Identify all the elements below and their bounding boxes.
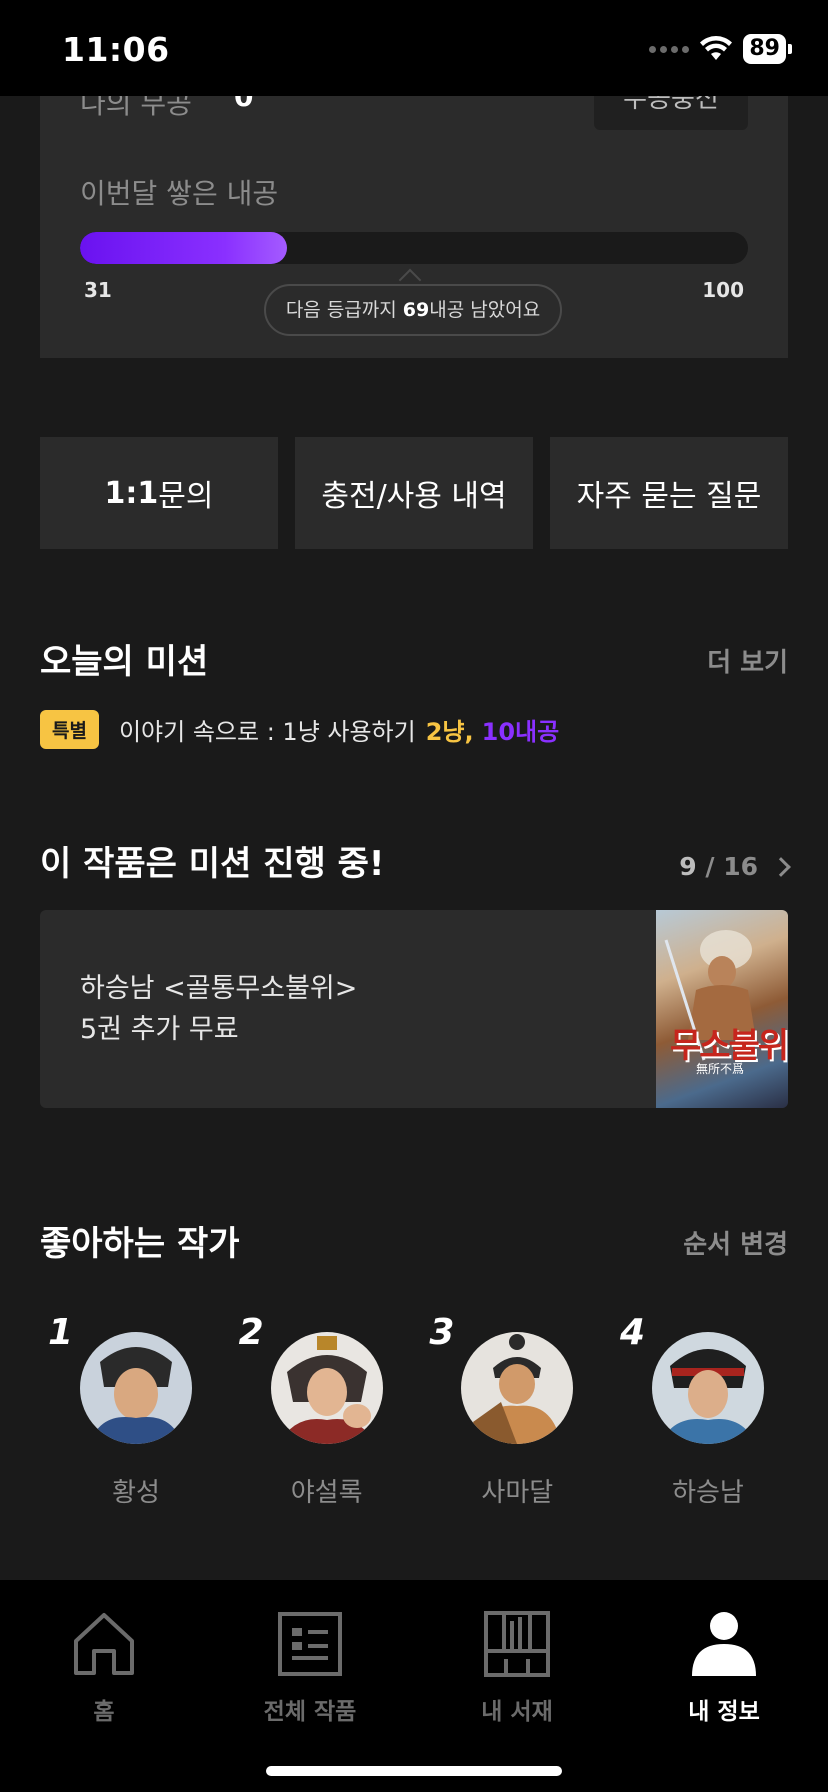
quick-actions: 1:1 문의 충전/사용 내역 자주 묻는 질문 xyxy=(40,437,788,549)
author-rank: 1 xyxy=(48,1312,74,1353)
nav-all-works[interactable]: 전체 작품 xyxy=(220,1608,400,1726)
nav-library-label: 내 서재 xyxy=(481,1699,553,1725)
mission-in-progress-title: 이 작품은 미션 진행 중! xyxy=(40,844,385,884)
home-icon xyxy=(14,1608,194,1680)
monthly-points-label: 이번달 쌓은 내공 xyxy=(80,177,279,210)
work-benefit: 5권 추가 무료 xyxy=(80,1014,239,1045)
inquiry-button[interactable]: 1:1 문의 xyxy=(40,437,278,549)
nav-my-info[interactable]: 내 정보 xyxy=(634,1608,814,1726)
points-progress-bar xyxy=(80,232,748,264)
home-indicator xyxy=(266,1766,562,1776)
change-order-link[interactable]: 순서 변경 xyxy=(683,1224,788,1261)
nav-all-works-label: 전체 작품 xyxy=(263,1699,357,1725)
bottom-navigation: 홈 전체 작품 내 서재 내 정보 xyxy=(0,1580,828,1792)
work-title: 하승남 <골통무소불위> xyxy=(80,973,358,1004)
author-name: 사마달 xyxy=(481,1478,554,1508)
nav-my-info-label: 내 정보 xyxy=(688,1699,760,1725)
nav-home-label: 홈 xyxy=(93,1699,115,1725)
author-rank: 2 xyxy=(238,1312,264,1353)
author-name: 야설록 xyxy=(290,1478,363,1508)
special-badge: 특별 xyxy=(40,710,99,749)
reward-coins: 2냥, xyxy=(425,718,474,746)
progress-min-label: 31 xyxy=(84,278,112,302)
wifi-icon xyxy=(700,36,733,60)
charge-history-button[interactable]: 충전/사용 내역 xyxy=(295,437,533,549)
signal-icon xyxy=(649,45,690,53)
mission-work-card[interactable]: 하승남 <골통무소불위> 5권 추가 무료 무소불위 無所不爲 xyxy=(40,910,788,1108)
book-cover-image: 무소불위 無所不爲 xyxy=(656,910,788,1108)
battery-indicator: 89 xyxy=(743,34,786,64)
author-item[interactable]: 1 황성 xyxy=(40,1312,216,1508)
next-grade-tooltip: 다음 등급까지 69내공 남았어요 xyxy=(264,284,562,336)
author-rank: 3 xyxy=(429,1312,455,1353)
more-missions-link[interactable]: 더 보기 xyxy=(707,642,788,679)
faq-button[interactable]: 자주 묻는 질문 xyxy=(550,437,788,549)
author-name: 하승남 xyxy=(672,1478,744,1508)
status-time: 11:06 xyxy=(62,30,170,69)
chevron-right-icon[interactable] xyxy=(771,856,791,877)
nav-library[interactable]: 내 서재 xyxy=(427,1608,607,1726)
favorite-authors-title: 좋아하는 작가 xyxy=(40,1224,240,1264)
pager-current: 9 xyxy=(679,852,697,881)
mission-item[interactable]: 특별 이야기 속으로 : 1냥 사용하기 2냥, 10내공 xyxy=(40,710,559,749)
nav-home[interactable]: 홈 xyxy=(14,1608,194,1726)
pager-total: 16 xyxy=(723,852,758,881)
author-avatar xyxy=(461,1332,574,1444)
author-item[interactable]: 3 사마달 xyxy=(421,1312,597,1508)
cover-subtitle: 無所不爲 xyxy=(696,1062,745,1076)
mission-text: 이야기 속으로 : 1냥 사용하기 xyxy=(118,718,416,746)
bookshelf-icon xyxy=(427,1608,607,1680)
today-mission-title: 오늘의 미션 xyxy=(40,642,209,682)
reward-points: 10내공 xyxy=(481,718,560,746)
favorite-authors-list: 1 황성 2 야설록 3 사마달 4 하승남 xyxy=(40,1312,788,1508)
author-avatar xyxy=(270,1332,383,1444)
author-avatar xyxy=(80,1332,192,1444)
status-bar: 11:06 89 xyxy=(0,0,828,96)
battery-tip xyxy=(788,44,792,54)
author-item[interactable]: 2 야설록 xyxy=(231,1312,407,1508)
author-item[interactable]: 4 하승남 xyxy=(612,1312,788,1508)
points-progress-fill xyxy=(80,232,288,264)
author-avatar xyxy=(651,1332,764,1444)
progress-max-label: 100 xyxy=(702,278,744,302)
person-icon xyxy=(634,1608,814,1680)
list-icon xyxy=(220,1608,400,1680)
author-name: 황성 xyxy=(112,1478,160,1508)
author-rank: 4 xyxy=(619,1312,646,1353)
points-card: 나의 무공 0 무공충전 이번달 쌓은 내공 31 100 다음 등급까지 69… xyxy=(40,60,788,358)
mission-pager[interactable]: 9 / 16 xyxy=(679,852,791,881)
